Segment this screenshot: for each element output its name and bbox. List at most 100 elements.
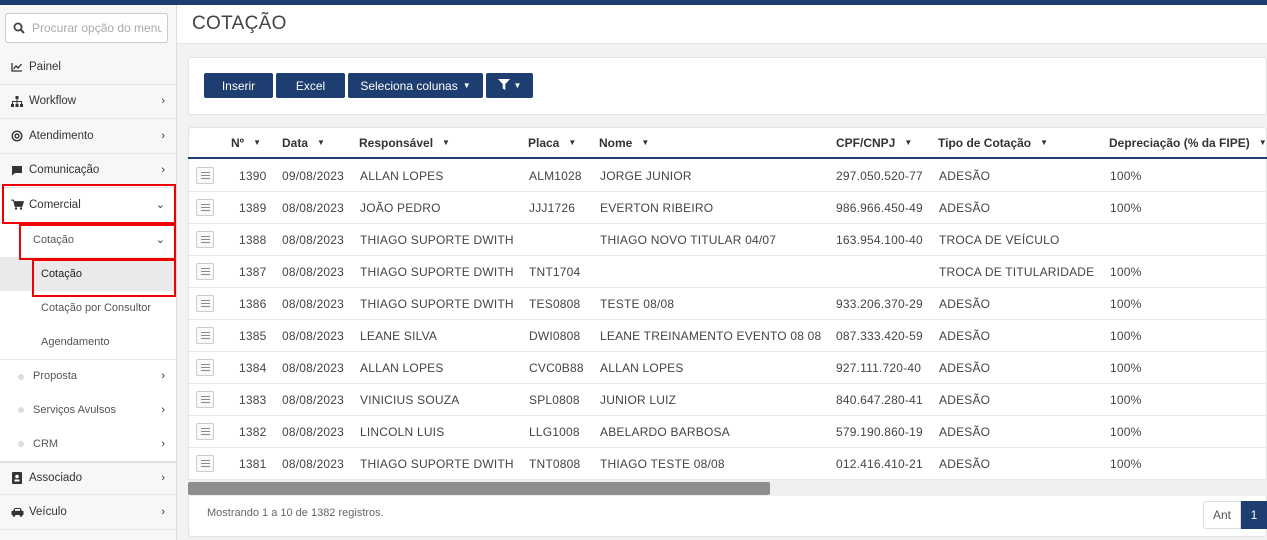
sidebar: Painel Workflow › Atendimento › Comunica… [0, 5, 177, 540]
chevron-right-icon: › [161, 370, 165, 382]
caret-down-icon: ▼ [462, 81, 471, 90]
cell-depreciacao: 100% [1110, 328, 1142, 343]
column-header-numero[interactable]: Nº ▼ [231, 128, 261, 157]
cart-icon [10, 199, 24, 210]
sidebar-subitem-cotacao[interactable]: Cotação ⌄ [0, 223, 176, 257]
column-header-cpf-cnpj[interactable]: CPF/CNPJ ▼ [836, 128, 912, 157]
sidebar-item-atendimento[interactable]: Atendimento › [0, 119, 176, 154]
table-row: 1387 08/08/2023 THIAGO SUPORTE DWITH TNT170… [188, 256, 1267, 288]
horizontal-scrollbar[interactable] [188, 480, 1267, 496]
column-header-responsavel[interactable]: Responsável ▼ [359, 128, 450, 157]
excel-button[interactable]: Excel [276, 73, 345, 98]
page-header: COTAÇÃO [177, 5, 1267, 44]
cell-data: 08/08/2023 [282, 232, 345, 247]
cell-numero: 1385 [239, 328, 267, 343]
sidebar-nav: Painel Workflow › Atendimento › Comunica… [0, 50, 176, 530]
chevron-down-icon: ⌄ [155, 234, 165, 246]
cell-cpf-cnpj: 933.206.370-29 [836, 296, 923, 311]
table-row: 1385 08/08/2023 LEANE SILVA DWI0808 LEANE TR… [188, 320, 1267, 352]
cell-nome: ABELARDO BARBOSA [600, 424, 730, 439]
row-menu-icon[interactable] [196, 391, 214, 408]
cell-nome: ALLAN LOPES [600, 360, 684, 375]
cell-depreciacao: 100% [1110, 168, 1142, 183]
pagination-prev-button[interactable]: Ant [1203, 501, 1241, 529]
cell-data: 08/08/2023 [282, 296, 345, 311]
sidebar-item-comunicacao[interactable]: Comunicação › [0, 154, 176, 188]
cell-data: 08/08/2023 [282, 392, 345, 407]
column-header-depreciacao[interactable]: Depreciação (% da FIPE) ▼ [1109, 128, 1267, 157]
row-menu-icon[interactable] [196, 455, 214, 472]
cell-cpf-cnpj: 163.954.100-40 [836, 232, 923, 247]
row-menu-icon[interactable] [196, 263, 214, 280]
select-columns-button[interactable]: Seleciona colunas ▼ [348, 73, 483, 98]
sidebar-item-label: Workflow [29, 95, 77, 108]
cell-cpf-cnpj: 297.050.520-77 [836, 168, 923, 183]
cell-numero: 1384 [239, 360, 267, 375]
sidebar-subitem-proposta[interactable]: Proposta › [0, 358, 176, 393]
filter-button[interactable]: ▼ [486, 73, 533, 98]
cell-depreciacao: 100% [1110, 360, 1142, 375]
row-menu-icon[interactable] [196, 359, 214, 376]
sidebar-item-veiculo[interactable]: Veículo › [0, 495, 176, 530]
column-header-placa[interactable]: Placa ▼ [528, 128, 576, 157]
sidebar-link-cotacao[interactable]: Cotação [0, 256, 176, 291]
table-row: 1390 09/08/2023 ALLAN LOPES ALM1028 JORGE JU… [188, 160, 1267, 192]
cell-cpf-cnpj: 012.416.410-21 [836, 456, 923, 471]
sidebar-item-label: Associado [29, 472, 83, 485]
comment-icon [10, 165, 24, 176]
sidebar-subitem-label: CRM [33, 437, 59, 450]
cell-cpf-cnpj: 579.190.860-19 [836, 424, 923, 439]
sidebar-link-agendamento[interactable]: Agendamento [0, 325, 176, 359]
sidebar-subitem-servicos-avulsos[interactable]: Serviços Avulsos › [0, 393, 176, 427]
cell-nome: JORGE JUNIOR [600, 168, 692, 183]
sidebar-item-label: Atendimento [29, 129, 94, 142]
insert-button[interactable]: Inserir [204, 73, 273, 98]
cell-data: 08/08/2023 [282, 456, 345, 471]
caret-down-icon: ▼ [513, 81, 522, 90]
sidebar-subitem-label: Serviços Avulsos [33, 403, 116, 416]
cell-placa: ALM1028 [529, 168, 582, 183]
row-menu-icon[interactable] [196, 327, 214, 344]
cell-numero: 1386 [239, 296, 267, 311]
chevron-down-icon: ⌄ [155, 199, 165, 212]
cell-nome: LEANE TREINAMENTO EVENTO 08 08 [600, 328, 822, 343]
chart-line-icon [10, 62, 24, 72]
table-header: Nº ▼ Data ▼ Responsável ▼ Placa ▼ Nome ▼ CPF/… [188, 128, 1267, 159]
sidebar-item-associado[interactable]: Associado › [0, 460, 176, 495]
sidebar-subitem-crm[interactable]: CRM › [0, 427, 176, 461]
cell-placa: TES0808 [529, 296, 581, 311]
row-menu-icon[interactable] [196, 231, 214, 248]
column-header-nome[interactable]: Nome ▼ [599, 128, 649, 157]
cell-nome: EVERTON RIBEIRO [600, 200, 714, 215]
row-menu-icon[interactable] [196, 295, 214, 312]
cell-depreciacao: 100% [1110, 264, 1142, 279]
pagination-page-1[interactable]: 1 [1241, 501, 1267, 529]
column-header-tipo-cotacao[interactable]: Tipo de Cotação ▼ [938, 128, 1048, 157]
cell-tipo-cotacao: TROCA DE VEÍCULO [939, 232, 1060, 247]
chevron-right-icon: › [161, 472, 165, 485]
row-menu-icon[interactable] [196, 423, 214, 440]
row-menu-icon[interactable] [196, 167, 214, 184]
cell-placa: SPL0808 [529, 392, 580, 407]
sidebar-subitem-label: Proposta [33, 370, 78, 382]
cell-tipo-cotacao: ADESÃO [939, 424, 991, 439]
row-menu-icon[interactable] [196, 199, 214, 216]
sidebar-item-painel[interactable]: Painel [0, 50, 176, 85]
cell-nome: TESTE 08/08 [600, 296, 675, 311]
cell-data: 08/08/2023 [282, 200, 345, 215]
sidebar-item-workflow[interactable]: Workflow › [0, 85, 176, 119]
sidebar-link-cotacao-por-consultor[interactable]: Cotação por Consultor [0, 291, 176, 325]
scrollbar-thumb[interactable] [188, 482, 770, 495]
table-body: 1390 09/08/2023 ALLAN LOPES ALM1028 JORGE JU… [188, 160, 1267, 480]
cell-tipo-cotacao: TROCA DE TITULARIDADE [939, 264, 1095, 279]
cell-depreciacao: 100% [1110, 296, 1142, 311]
chevron-right-icon: › [161, 95, 165, 108]
column-header-data[interactable]: Data ▼ [282, 128, 325, 157]
menu-search-input[interactable] [32, 21, 162, 35]
sidebar-item-comercial[interactable]: Comercial ⌄ [0, 188, 176, 223]
cell-cpf-cnpj: 927.111.720-40 [836, 360, 922, 375]
cell-placa: CVC0B88 [529, 360, 584, 375]
tree-bullet [18, 440, 24, 447]
cell-placa: JJJ1726 [529, 200, 576, 215]
menu-search [5, 13, 168, 43]
